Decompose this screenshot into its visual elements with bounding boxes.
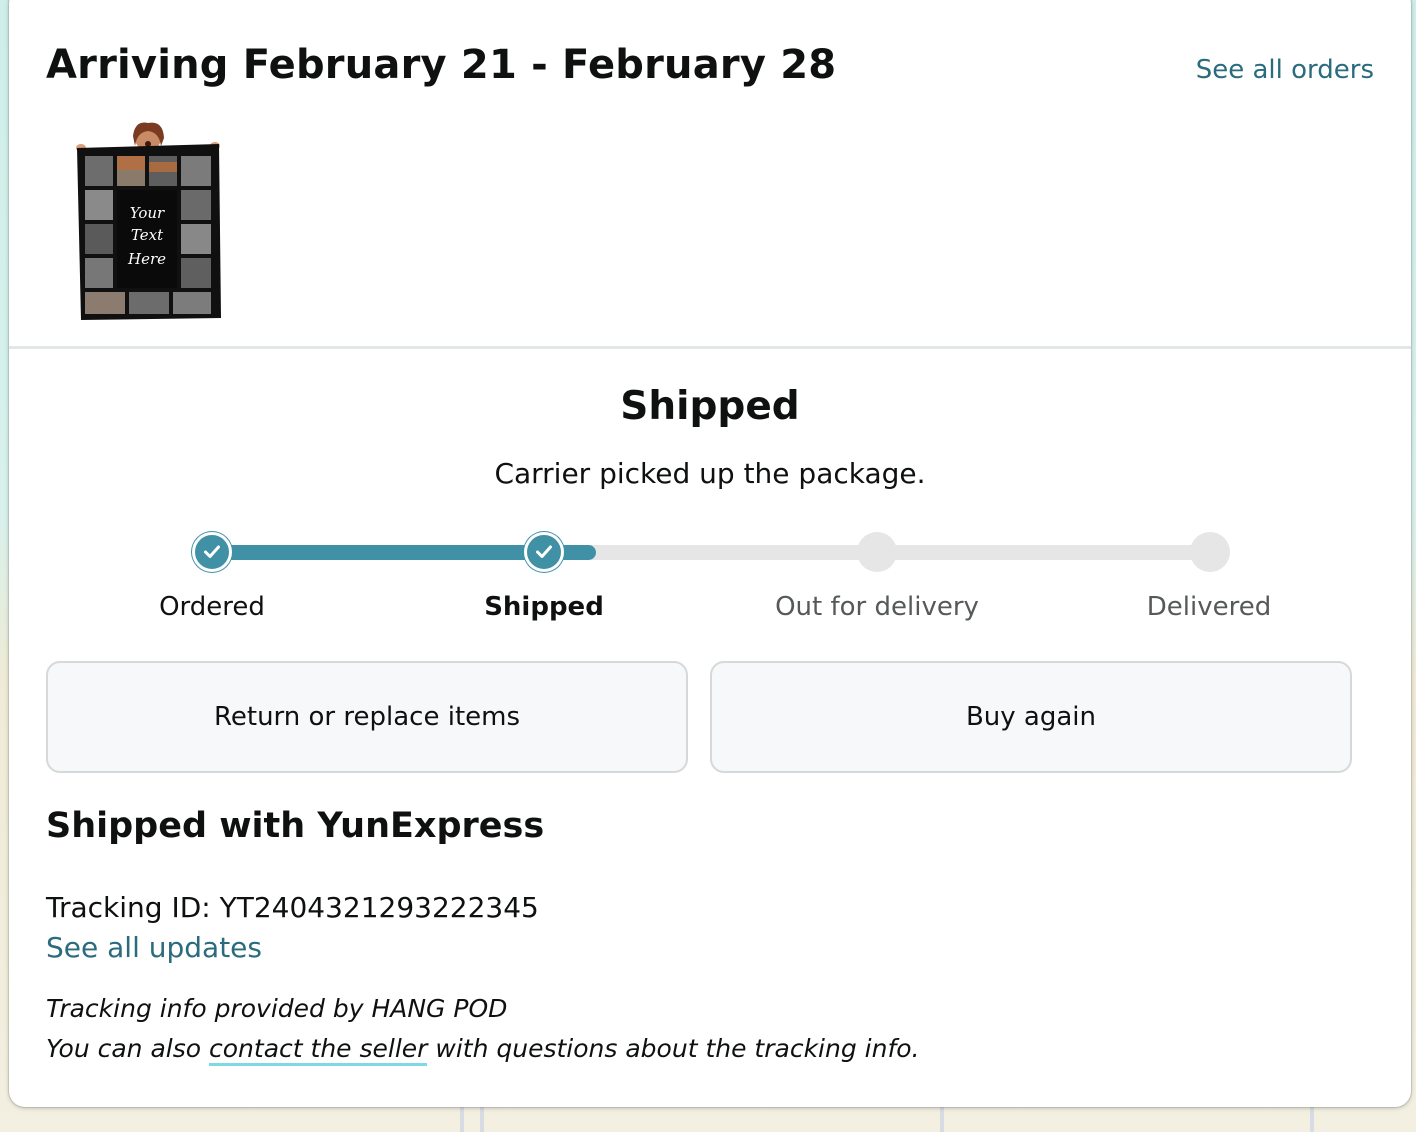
blanket-text-your: Your	[130, 204, 165, 222]
tracking-provider-note: Tracking info provided by HANG POD	[46, 994, 508, 1023]
product-image[interactable]: Your Text Here	[75, 122, 221, 322]
contact-seller-link[interactable]: contact the seller	[209, 1034, 428, 1066]
step-label-ordered: Ordered	[159, 592, 265, 622]
see-all-updates-link[interactable]: See all updates	[46, 931, 262, 964]
contact-note-suffix: with questions about the tracking info.	[427, 1034, 920, 1063]
contact-note-prefix: You can also	[46, 1034, 210, 1063]
checkmark-icon	[204, 545, 220, 558]
arrival-date-title: Arriving February 21 - February 28	[46, 42, 837, 88]
step-label-delivered: Delivered	[1146, 592, 1272, 622]
step-node-out-for-delivery	[857, 532, 897, 572]
step-label-out-for-delivery: Out for delivery	[775, 592, 979, 622]
step-node-ordered	[192, 532, 232, 572]
return-or-replace-button[interactable]: Return or replace items	[46, 661, 688, 773]
see-all-orders-link[interactable]: See all orders	[1196, 55, 1374, 85]
carrier-heading: Shipped with YunExpress	[46, 806, 545, 846]
tracking-id: Tracking ID: YT2404321293222345	[46, 891, 539, 924]
checkmark-icon	[536, 545, 552, 558]
progress-tracker	[192, 532, 1230, 572]
status-heading: Shipped	[620, 384, 800, 429]
step-node-delivered	[1190, 532, 1230, 572]
order-tracking-card: Arriving February 21 - February 28 See a…	[9, 0, 1411, 1107]
blanket-text-here: Here	[127, 250, 166, 268]
step-node-shipped	[524, 532, 564, 572]
contact-seller-note: You can also contact the seller with que…	[46, 1034, 920, 1066]
step-label-shipped: Shipped	[484, 592, 604, 622]
status-description: Carrier picked up the package.	[494, 457, 926, 490]
buy-again-button[interactable]: Buy again	[710, 661, 1352, 773]
order-header: Arriving February 21 - February 28 See a…	[9, 0, 1411, 349]
blanket-text-text: Text	[131, 226, 164, 244]
